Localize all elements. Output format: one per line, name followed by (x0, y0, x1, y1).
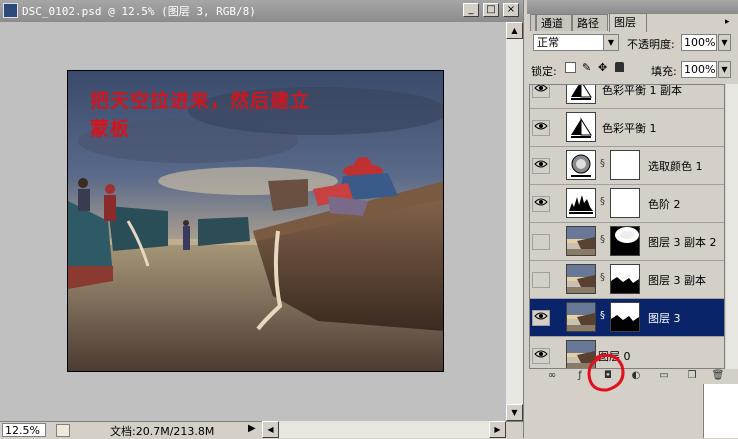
layer-name[interactable]: 色彩平衡 1 (602, 120, 657, 136)
layer-row[interactable]: § 选取颜色 1 (530, 147, 724, 185)
red-highlight-circle (587, 353, 625, 392)
adjustment-layer-thumbnail[interactable] (566, 188, 596, 218)
layer-visibility-eye-icon[interactable] (532, 196, 550, 212)
new-adjustment-layer-icon[interactable]: ◐ (629, 369, 643, 382)
fill-label: 填充: (651, 65, 677, 78)
vertical-scrollbar[interactable]: ▲ ▼ (506, 22, 523, 421)
photoshop-document-icon (3, 3, 18, 18)
opacity-dropdown-icon[interactable]: ▼ (718, 34, 731, 51)
layer-mask-thumbnail[interactable] (610, 226, 640, 256)
close-button[interactable]: × (503, 3, 519, 17)
tab-channels[interactable]: 通道 (536, 14, 572, 31)
background-area (703, 384, 738, 438)
mask-link-chain-icon[interactable]: § (600, 158, 605, 169)
layer-mask-thumbnail[interactable] (610, 188, 640, 218)
tab-layers[interactable]: 图层 (609, 13, 647, 32)
adjustment-layer-thumbnail[interactable] (566, 150, 596, 180)
lock-transparency-icon[interactable] (565, 62, 576, 73)
lock-position-move-icon[interactable]: ✥ (598, 61, 607, 74)
adjustment-layer-thumbnail[interactable] (566, 112, 596, 142)
layer-mask-thumbnail[interactable] (610, 150, 640, 180)
layer-visibility-eye-icon[interactable] (532, 348, 550, 364)
minimize-icon: _ (468, 4, 474, 15)
new-group-folder-icon[interactable]: ▭ (657, 369, 671, 382)
layer-list: 色彩平衡 1 副本 色彩平衡 1 § 选取颜色 1 § 色阶 2 § 图层 3 副本 2 § 图层… (529, 84, 725, 369)
scroll-down-button[interactable]: ▼ (506, 404, 523, 421)
close-icon: × (506, 4, 516, 15)
red-annotation-text: 把天空拉进来，然后建立 蒙板 (90, 87, 310, 143)
blend-mode-value: 正常 (537, 36, 559, 49)
mask-link-chain-icon[interactable]: § (600, 272, 605, 283)
document-title: DSC_0102.psd @ 12.5% (图层 3, RGB/8) (22, 5, 256, 18)
layer-name[interactable]: 图层 3 副本 2 (648, 234, 717, 250)
mask-link-chain-icon[interactable]: § (600, 310, 605, 321)
lock-paint-brush-icon[interactable]: ✎ (582, 61, 591, 74)
layer-row[interactable]: § 图层 3 (530, 299, 724, 337)
lock-label: 锁定: (531, 65, 557, 78)
fill-dropdown-icon[interactable]: ▼ (718, 61, 731, 78)
layer-thumbnail[interactable] (566, 302, 596, 332)
lock-all-icon[interactable] (615, 62, 624, 72)
layer-list-scrollbar[interactable] (726, 84, 738, 369)
layer-name[interactable]: 选取颜色 1 (648, 158, 703, 174)
blend-mode-select[interactable]: 正常 ▼ (533, 34, 619, 51)
maximize-icon: □ (486, 4, 496, 15)
scroll-up-button[interactable]: ▲ (506, 22, 523, 39)
layer-row[interactable]: 色彩平衡 1 (530, 109, 724, 147)
annotation-line-1: 把天空拉进来，然后建立 (90, 90, 311, 112)
new-layer-icon[interactable]: ❐ (685, 369, 699, 382)
adjustment-layer-thumbnail[interactable] (566, 85, 596, 104)
layers-panel: 通道 路径 图层 ▸ 正常 ▼ 不透明度: 100% ▼ 锁定: ✎ ✥ 填充:… (527, 0, 738, 438)
layer-name[interactable]: 图层 3 副本 (648, 272, 706, 288)
layer-visibility-eye-icon[interactable] (532, 120, 550, 136)
horizontal-scrollbar[interactable]: ◀ ▶ (262, 421, 506, 438)
tab-paths[interactable]: 路径 (572, 14, 608, 31)
opacity-label: 不透明度: (627, 38, 675, 51)
document-size-info: 文档:20.7M/213.8M (110, 425, 215, 438)
layer-toolbar: ∞ ƒ ◘ ◐ ▭ ❐ 🗑 (527, 369, 738, 383)
layer-mask-thumbnail[interactable] (610, 302, 640, 332)
layer-name[interactable]: 色彩平衡 1 副本 (602, 85, 682, 98)
layer-visibility-eye-icon[interactable] (532, 158, 550, 174)
link-layers-icon[interactable]: ∞ (545, 369, 559, 382)
minimize-button[interactable]: _ (463, 3, 479, 17)
scroll-right-button[interactable]: ▶ (489, 421, 506, 438)
document-window: DSC_0102.psd @ 12.5% (图层 3, RGB/8) _ □ × (0, 0, 524, 439)
layer-visibility-eye-icon[interactable] (532, 310, 550, 326)
chevron-down-icon: ▼ (603, 35, 618, 50)
status-info-icon[interactable] (56, 424, 70, 437)
document-titlebar[interactable]: DSC_0102.psd @ 12.5% (图层 3, RGB/8) _ □ × (0, 0, 523, 22)
annotation-line-2: 蒙板 (90, 118, 131, 140)
trash-delete-layer-icon[interactable]: 🗑 (711, 369, 725, 382)
maximize-button[interactable]: □ (483, 3, 499, 17)
layer-row[interactable]: 色彩平衡 1 副本 (530, 85, 724, 109)
layer-thumbnail[interactable] (566, 264, 596, 294)
layer-name[interactable]: 色阶 2 (648, 196, 681, 212)
canvas-photo[interactable]: 把天空拉进来，然后建立 蒙板 (67, 70, 444, 372)
layer-visibility-eye-icon[interactable] (532, 85, 550, 98)
layer-row[interactable]: § 图层 3 副本 (530, 261, 724, 299)
layer-mask-thumbnail[interactable] (610, 264, 640, 294)
zoom-level-field[interactable]: 12.5% (2, 423, 46, 437)
fill-field[interactable]: 100% (681, 61, 717, 78)
layer-visibility-off-toggle[interactable] (532, 272, 550, 288)
layer-visibility-off-toggle[interactable] (532, 234, 550, 250)
layer-row[interactable]: § 色阶 2 (530, 185, 724, 223)
layer-name[interactable]: 图层 3 (648, 310, 681, 326)
scroll-left-button[interactable]: ◀ (262, 421, 279, 438)
panel-menu-icon[interactable]: ▸ (725, 17, 736, 28)
opacity-field[interactable]: 100% (681, 34, 717, 51)
layer-thumbnail[interactable] (566, 226, 596, 256)
mask-link-chain-icon[interactable]: § (600, 196, 605, 207)
layer-row[interactable]: § 图层 3 副本 2 (530, 223, 724, 261)
panel-titlebar[interactable] (527, 0, 738, 14)
mask-link-chain-icon[interactable]: § (600, 234, 605, 245)
status-menu-arrow-icon[interactable]: ▶ (248, 423, 256, 434)
